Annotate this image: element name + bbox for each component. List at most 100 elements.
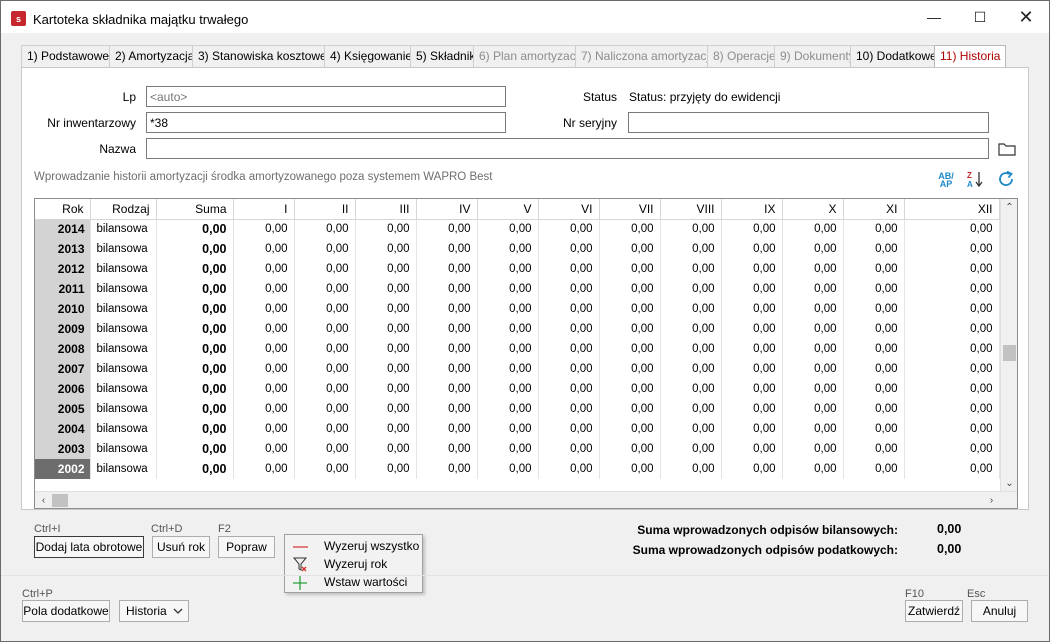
col-header[interactable]: VII xyxy=(599,199,661,220)
table-row[interactable]: 2007 bilansowa 0,00 0,00 0,00 0,00 0,00 0,00 0,0… xyxy=(35,359,1000,379)
month-cell[interactable]: 0,00 xyxy=(416,439,478,459)
month-cell[interactable]: 0,00 xyxy=(355,319,417,339)
type-cell[interactable]: bilansowa xyxy=(90,459,157,479)
month-cell[interactable]: 0,00 xyxy=(416,239,478,259)
month-cell[interactable]: 0,00 xyxy=(660,419,722,439)
month-cell[interactable]: 0,00 xyxy=(416,379,478,399)
month-cell[interactable]: 0,00 xyxy=(294,259,356,279)
month-cell[interactable]: 0,00 xyxy=(477,439,539,459)
month-cell[interactable]: 0,00 xyxy=(782,319,844,339)
year-cell[interactable]: 2010 xyxy=(35,299,91,319)
month-cell[interactable]: 0,00 xyxy=(843,379,905,399)
sum-cell[interactable]: 0,00 xyxy=(156,319,234,339)
month-cell[interactable]: 0,00 xyxy=(904,459,1000,479)
month-cell[interactable]: 0,00 xyxy=(843,259,905,279)
scroll-down-icon[interactable]: ⌄ xyxy=(1001,475,1017,492)
col-header[interactable]: V xyxy=(477,199,539,220)
minimize-icon[interactable]: — xyxy=(911,1,957,33)
year-cell[interactable]: 2012 xyxy=(35,259,91,279)
month-cell[interactable]: 0,00 xyxy=(660,279,722,299)
month-cell[interactable]: 0,00 xyxy=(233,299,295,319)
folder-icon[interactable] xyxy=(998,142,1016,156)
month-cell[interactable]: 0,00 xyxy=(294,459,356,479)
month-cell[interactable]: 0,00 xyxy=(294,319,356,339)
month-cell[interactable]: 0,00 xyxy=(904,259,1000,279)
tab-podstawowe[interactable]: 1) Podstawowe xyxy=(21,45,116,67)
year-cell[interactable]: 2004 xyxy=(35,419,91,439)
type-cell[interactable]: bilansowa xyxy=(90,399,157,419)
month-cell[interactable]: 0,00 xyxy=(538,239,600,259)
month-cell[interactable]: 0,00 xyxy=(599,239,661,259)
month-cell[interactable]: 0,00 xyxy=(233,279,295,299)
month-cell[interactable]: 0,00 xyxy=(355,419,417,439)
tab-naliczona-amortyzacja[interactable]: 7) Naliczona amortyzacja xyxy=(575,45,722,67)
month-cell[interactable]: 0,00 xyxy=(416,339,478,359)
sort-ab-icon[interactable]: AB/AP xyxy=(938,172,954,189)
tab-amortyzacja[interactable]: 2) Amortyzacja xyxy=(109,45,201,67)
year-cell[interactable]: 2013 xyxy=(35,239,91,259)
month-cell[interactable]: 0,00 xyxy=(233,339,295,359)
tab-historia[interactable]: 11) Historia xyxy=(934,45,1007,68)
menu-item-wstaw-wartosci[interactable]: Wstaw wartości xyxy=(291,574,421,591)
sum-cell[interactable]: 0,00 xyxy=(156,439,234,459)
table-row[interactable]: 2010 bilansowa 0,00 0,00 0,00 0,00 0,00 0,00 0,0… xyxy=(35,299,1000,319)
month-cell[interactable]: 0,00 xyxy=(599,419,661,439)
month-cell[interactable]: 0,00 xyxy=(538,459,600,479)
month-cell[interactable]: 0,00 xyxy=(904,419,1000,439)
month-cell[interactable]: 0,00 xyxy=(538,299,600,319)
month-cell[interactable]: 0,00 xyxy=(538,339,600,359)
month-cell[interactable]: 0,00 xyxy=(477,259,539,279)
horizontal-scroll-thumb[interactable] xyxy=(52,494,68,507)
month-cell[interactable]: 0,00 xyxy=(416,359,478,379)
col-header[interactable]: Rok xyxy=(35,199,91,220)
sum-cell[interactable]: 0,00 xyxy=(156,239,234,259)
month-cell[interactable]: 0,00 xyxy=(660,219,722,239)
table-row[interactable]: 2006 bilansowa 0,00 0,00 0,00 0,00 0,00 0,00 0,0… xyxy=(35,379,1000,399)
month-cell[interactable]: 0,00 xyxy=(233,399,295,419)
month-cell[interactable]: 0,00 xyxy=(721,359,783,379)
month-cell[interactable]: 0,00 xyxy=(233,439,295,459)
year-cell[interactable]: 2005 xyxy=(35,399,91,419)
month-cell[interactable]: 0,00 xyxy=(721,439,783,459)
year-cell[interactable]: 2002 xyxy=(35,459,91,479)
month-cell[interactable]: 0,00 xyxy=(233,219,295,239)
month-cell[interactable]: 0,00 xyxy=(599,459,661,479)
month-cell[interactable]: 0,00 xyxy=(721,259,783,279)
month-cell[interactable]: 0,00 xyxy=(477,319,539,339)
month-cell[interactable]: 0,00 xyxy=(721,339,783,359)
month-cell[interactable]: 0,00 xyxy=(233,319,295,339)
year-cell[interactable]: 2011 xyxy=(35,279,91,299)
month-cell[interactable]: 0,00 xyxy=(660,299,722,319)
tab-ksiegowanie[interactable]: 4) Księgowanie xyxy=(324,45,419,67)
year-cell[interactable]: 2003 xyxy=(35,439,91,459)
add-years-button[interactable]: Dodaj lata obrotowe xyxy=(34,536,144,558)
month-cell[interactable]: 0,00 xyxy=(660,399,722,419)
month-cell[interactable]: 0,00 xyxy=(721,279,783,299)
sum-cell[interactable]: 0,00 xyxy=(156,459,234,479)
table-row[interactable]: 2013 bilansowa 0,00 0,00 0,00 0,00 0,00 0,00 0,0… xyxy=(35,239,1000,259)
month-cell[interactable]: 0,00 xyxy=(904,439,1000,459)
month-cell[interactable]: 0,00 xyxy=(904,279,1000,299)
month-cell[interactable]: 0,00 xyxy=(233,359,295,379)
month-cell[interactable]: 0,00 xyxy=(721,399,783,419)
month-cell[interactable]: 0,00 xyxy=(233,419,295,439)
month-cell[interactable]: 0,00 xyxy=(782,459,844,479)
type-cell[interactable]: bilansowa xyxy=(90,379,157,399)
month-cell[interactable]: 0,00 xyxy=(355,219,417,239)
month-cell[interactable]: 0,00 xyxy=(599,259,661,279)
month-cell[interactable]: 0,00 xyxy=(477,239,539,259)
month-cell[interactable]: 0,00 xyxy=(843,439,905,459)
menu-item-wyzeruj-wszystko[interactable]: Wyzeruj wszystko xyxy=(291,538,421,555)
month-cell[interactable]: 0,00 xyxy=(904,359,1000,379)
month-cell[interactable]: 0,00 xyxy=(355,299,417,319)
month-cell[interactable]: 0,00 xyxy=(599,339,661,359)
type-cell[interactable]: bilansowa xyxy=(90,279,157,299)
refresh-icon[interactable] xyxy=(997,170,1015,188)
month-cell[interactable]: 0,00 xyxy=(843,219,905,239)
month-cell[interactable]: 0,00 xyxy=(843,459,905,479)
sum-cell[interactable]: 0,00 xyxy=(156,339,234,359)
month-cell[interactable]: 0,00 xyxy=(477,379,539,399)
table-row[interactable]: 2011 bilansowa 0,00 0,00 0,00 0,00 0,00 0,00 0,0… xyxy=(35,279,1000,299)
table-row[interactable]: 2003 bilansowa 0,00 0,00 0,00 0,00 0,00 0,00 0,0… xyxy=(35,439,1000,459)
month-cell[interactable]: 0,00 xyxy=(599,219,661,239)
